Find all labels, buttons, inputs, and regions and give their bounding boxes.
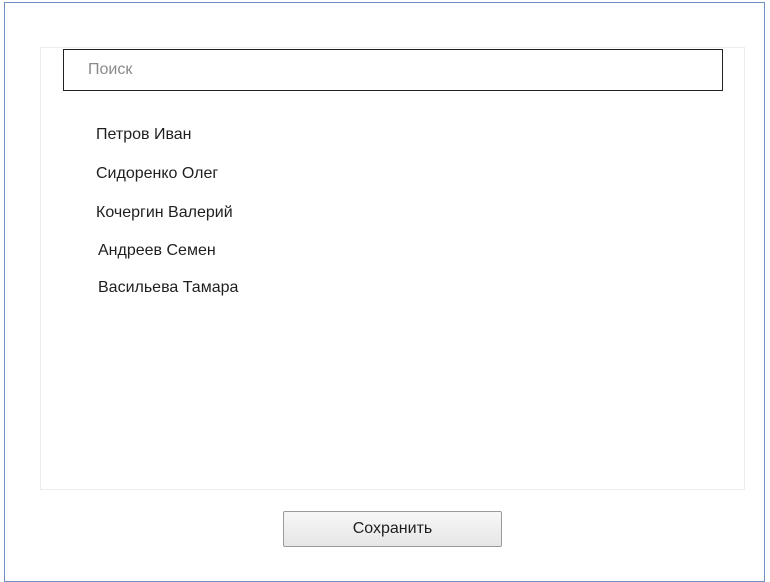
list-item[interactable]: Сидоренко Олег: [96, 165, 218, 183]
people-panel: Петров Иван Сидоренко Олег Кочергин Вале…: [40, 47, 745, 490]
list-item[interactable]: Васильева Тамара: [98, 279, 238, 297]
list-item[interactable]: Андреев Семен: [98, 242, 216, 260]
save-button[interactable]: Сохранить: [283, 511, 502, 547]
dialog-window: Петров Иван Сидоренко Олег Кочергин Вале…: [4, 2, 765, 582]
list-item[interactable]: Петров Иван: [96, 126, 192, 144]
people-list: Петров Иван Сидоренко Олег Кочергин Вале…: [41, 48, 744, 489]
search-input[interactable]: [63, 49, 723, 91]
list-item[interactable]: Кочергин Валерий: [96, 204, 233, 222]
